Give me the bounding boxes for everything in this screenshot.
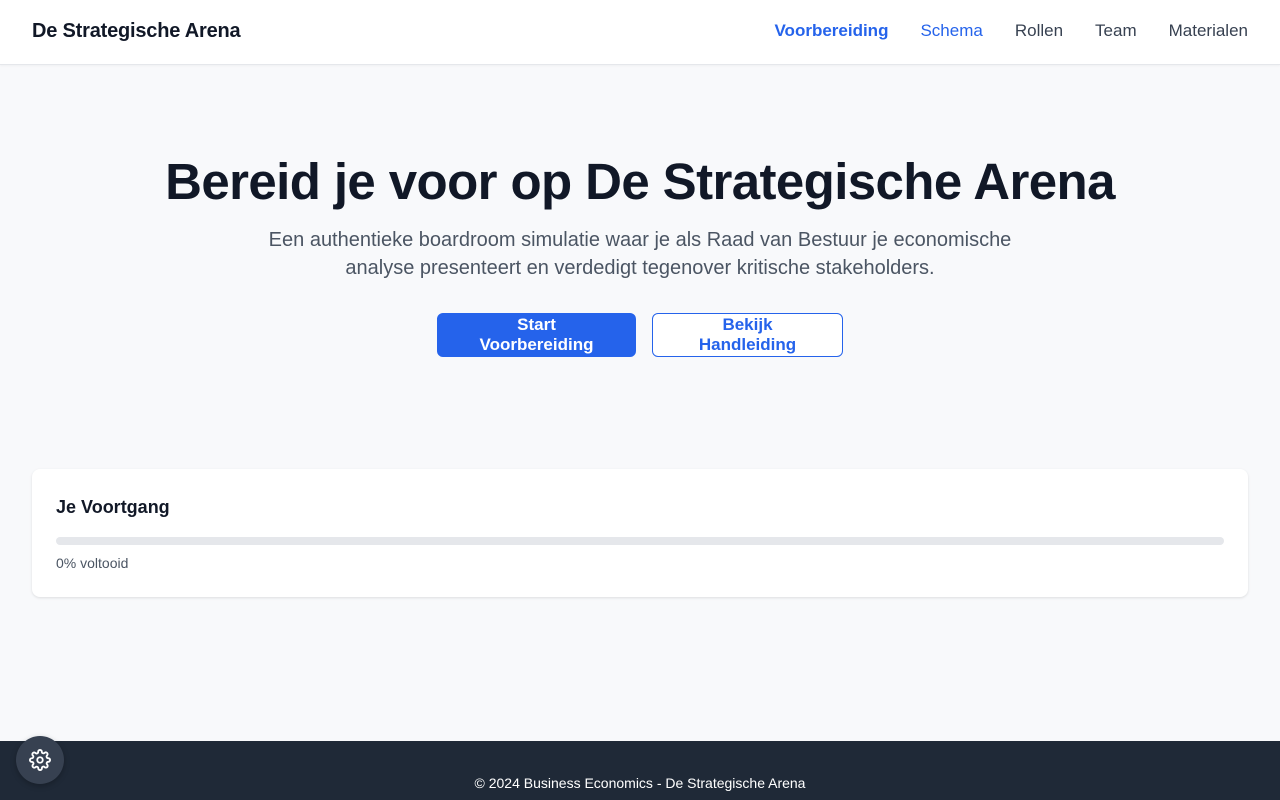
progress-card: Je Voortgang 0% voltooid <box>32 469 1248 597</box>
top-navbar: De Strategische Arena Voorbereiding Sche… <box>0 0 1280 65</box>
nav-link-team[interactable]: Team <box>1095 21 1137 41</box>
nav-link-schema[interactable]: Schema <box>920 21 982 41</box>
hero-button-row: Start Voorbereiding Bekijk Handleiding <box>0 313 1280 357</box>
brand-title[interactable]: De Strategische Arena <box>32 20 241 43</box>
footer: © 2024 Business Economics - De Strategis… <box>0 741 1280 800</box>
gear-icon <box>29 749 51 771</box>
hero-title: Bereid je voor op De Strategische Arena <box>165 153 1115 210</box>
footer-copyright: © 2024 Business Economics - De Strategis… <box>474 775 806 791</box>
nav-link-materialen[interactable]: Materialen <box>1169 21 1248 41</box>
view-manual-button[interactable]: Bekijk Handleiding <box>652 313 843 357</box>
settings-button[interactable] <box>16 736 64 784</box>
start-preparation-button[interactable]: Start Voorbereiding <box>437 313 636 357</box>
progress-title: Je Voortgang <box>56 497 170 517</box>
nav-link-voorbereiding[interactable]: Voorbereiding <box>774 21 888 41</box>
progress-bar <box>56 537 1224 545</box>
hero-subtitle: Een authentieke boardroom simulatie waar… <box>268 229 1012 279</box>
nav-link-rollen[interactable]: Rollen <box>1015 21 1063 41</box>
progress-label: 0% voltooid <box>56 555 129 571</box>
main-nav: Voorbereiding Schema Rollen Team Materia… <box>742 21 1248 41</box>
